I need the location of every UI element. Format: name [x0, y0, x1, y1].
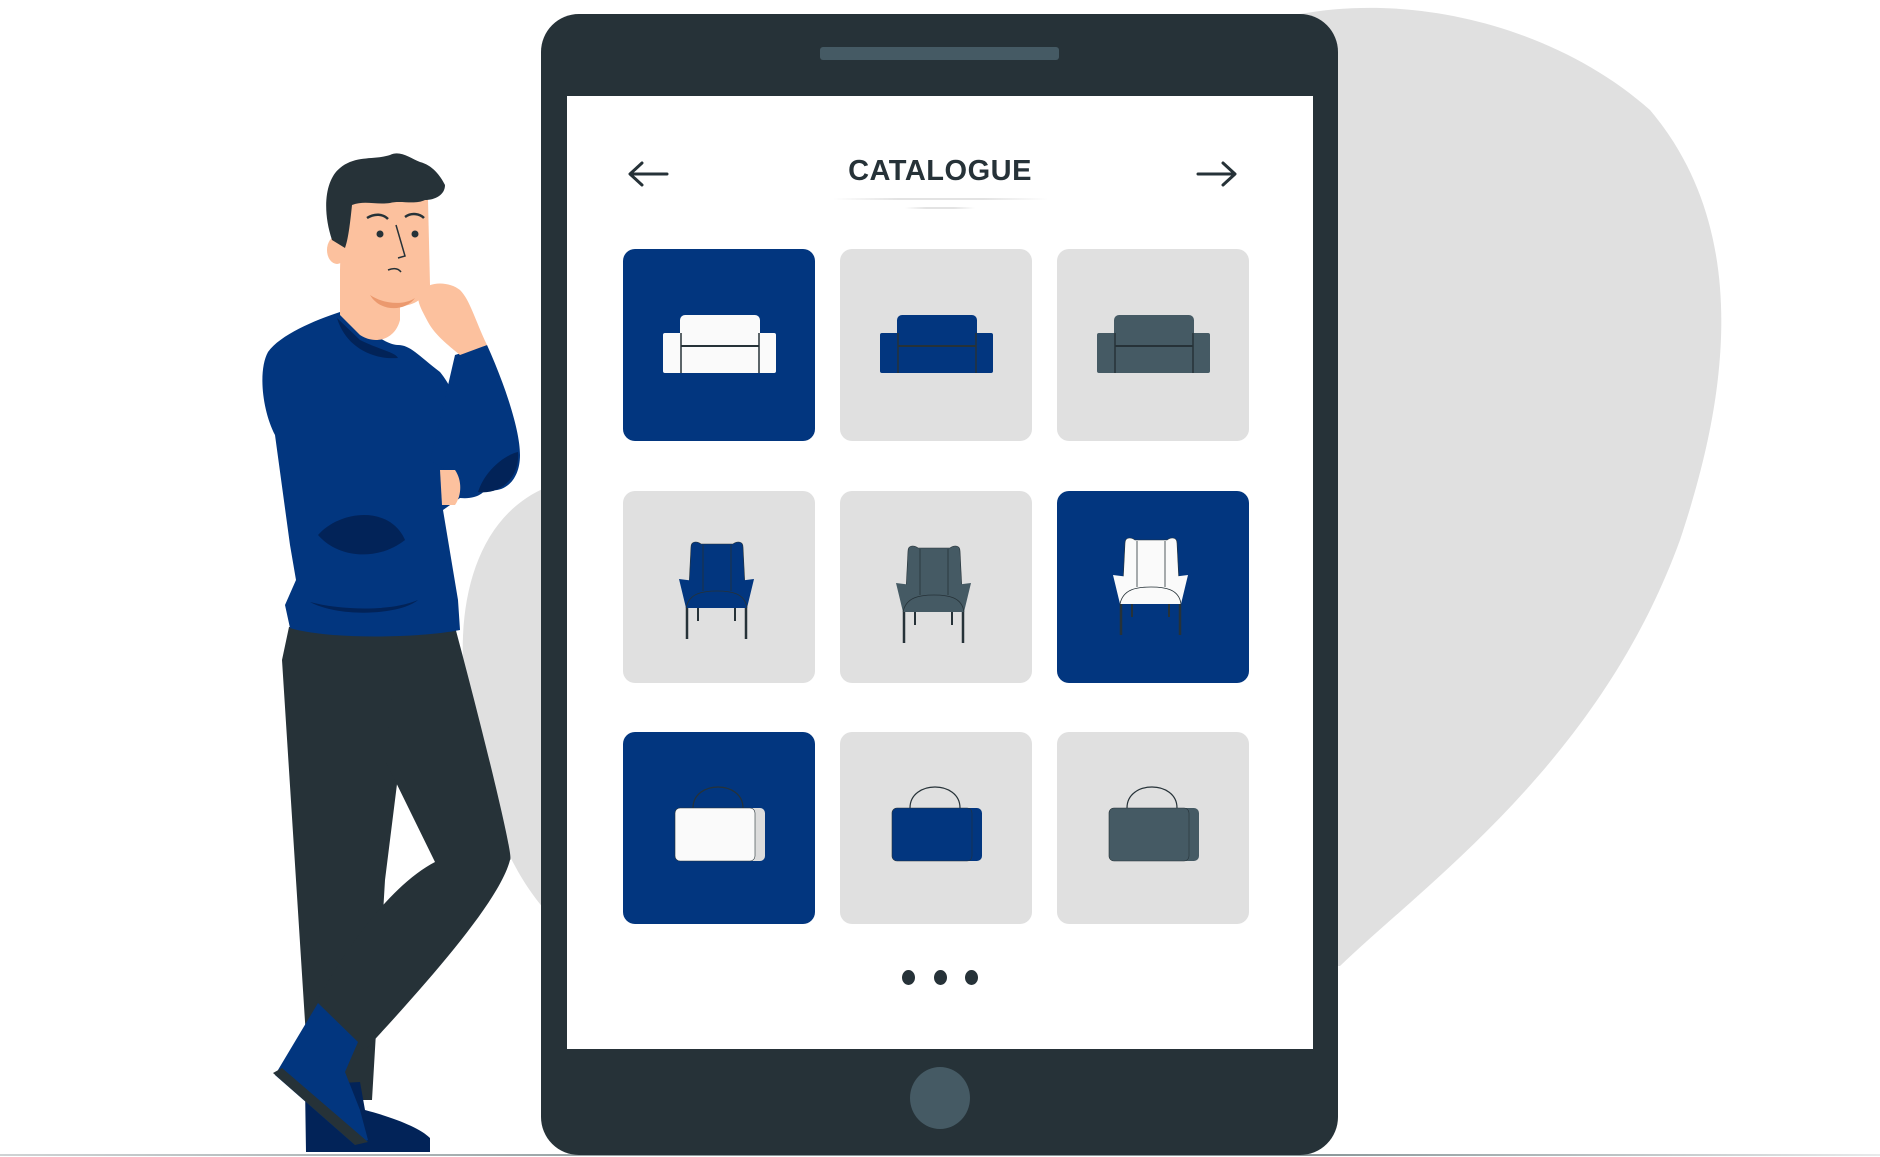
person-eye-left [376, 230, 384, 238]
person-hand [418, 283, 487, 355]
person-forearm-hand [440, 470, 461, 505]
person-illustration [262, 153, 520, 1152]
person-eye-right [411, 230, 419, 238]
